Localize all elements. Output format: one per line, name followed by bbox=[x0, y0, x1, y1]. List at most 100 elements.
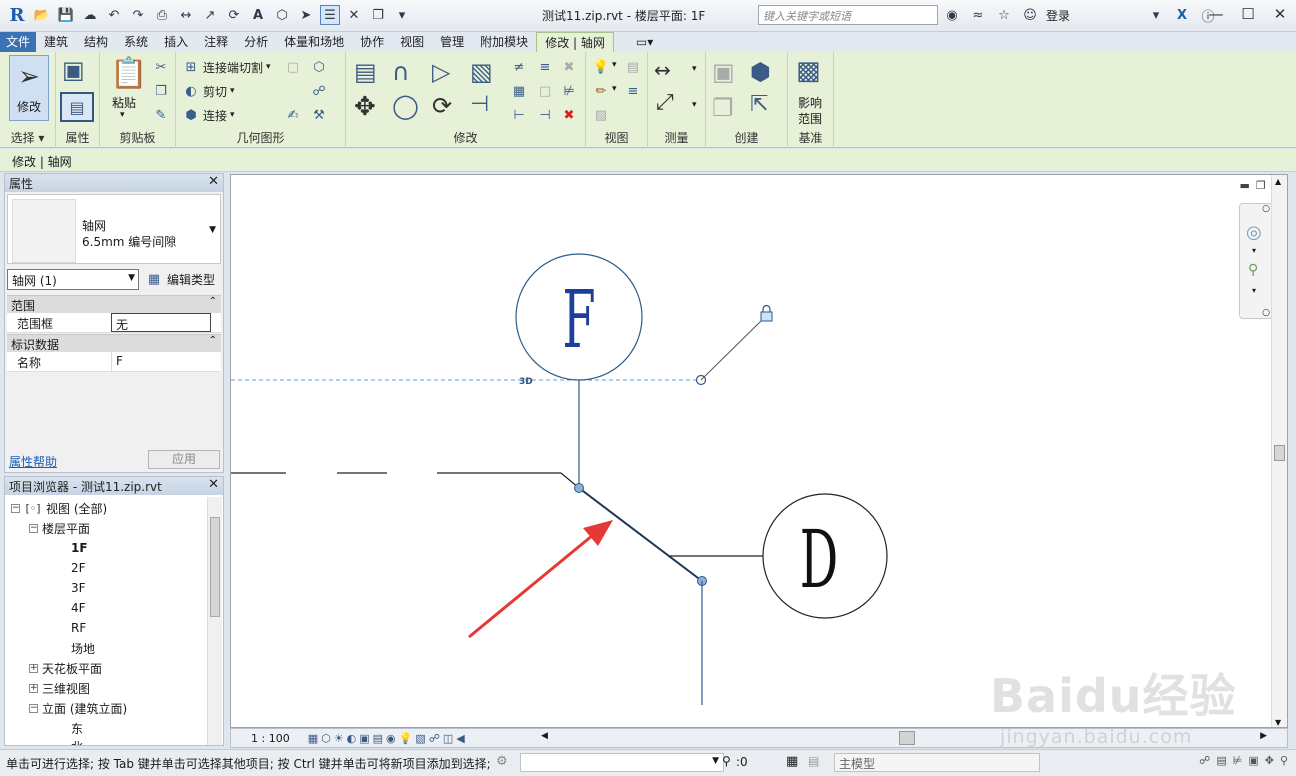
expand-bar-icon[interactable]: ◀ bbox=[456, 732, 464, 745]
demolish-icon[interactable]: ✍ bbox=[284, 106, 302, 124]
rotate-icon[interactable]: ⟳ bbox=[432, 92, 452, 120]
customize-qat-icon[interactable]: ▾ bbox=[392, 5, 412, 25]
tab-file[interactable]: 文件 bbox=[0, 32, 37, 52]
text-icon[interactable]: A bbox=[248, 5, 268, 25]
tab-analyze[interactable]: 分析 bbox=[236, 32, 276, 52]
group-identity-data[interactable]: 标识数据 ⌃ bbox=[7, 334, 221, 352]
pin-icon[interactable]: ⊭ bbox=[560, 82, 578, 100]
ribbon-display-toggle-icon[interactable]: ▭▾ bbox=[628, 32, 661, 52]
exchange-apps-icon[interactable]: X bbox=[1172, 5, 1192, 25]
tree-item-1f[interactable]: 1F bbox=[71, 538, 88, 558]
search-input[interactable]: 键入关键字或短语 bbox=[758, 5, 938, 25]
select-links-icon[interactable]: ☍ bbox=[1199, 754, 1210, 767]
measure-between-icon[interactable]: ↔ bbox=[654, 58, 671, 82]
visual-style-icon[interactable]: ⬡ bbox=[321, 732, 331, 745]
properties-help-link[interactable]: 属性帮助 bbox=[9, 453, 57, 470]
2d-wheel-icon[interactable]: ◎ bbox=[1246, 222, 1262, 243]
align-icon[interactable]: ▤ bbox=[354, 58, 377, 86]
view-scale[interactable]: 1 : 100 bbox=[251, 732, 290, 745]
close-icon[interactable]: ✕ bbox=[208, 174, 219, 189]
workset-select[interactable]: ▼ bbox=[520, 753, 724, 772]
instance-filter-select[interactable]: 轴网 (1) ▼ bbox=[7, 269, 139, 290]
nav-options-icon[interactable]: ○ bbox=[1262, 308, 1270, 318]
edit-type-button[interactable]: ▦ 编辑类型 bbox=[145, 270, 215, 288]
halftone-icon[interactable]: ▧ bbox=[592, 106, 610, 124]
tree-item-2f[interactable]: 2F bbox=[71, 558, 86, 578]
tree-item-3f[interactable]: 3F bbox=[71, 578, 86, 598]
switch-windows-icon[interactable]: ❐ bbox=[368, 5, 388, 25]
trim-extend-icon[interactable]: ⊣ bbox=[470, 92, 489, 117]
print-icon[interactable]: ⎙ bbox=[152, 5, 172, 25]
panel-select-label[interactable]: 选择 ▾ bbox=[0, 129, 55, 146]
reveal-hidden-icon[interactable]: 💡 bbox=[399, 732, 413, 745]
expand-icon[interactable]: + bbox=[29, 683, 38, 693]
tree-item-north[interactable]: 北 bbox=[71, 736, 83, 746]
split-icon[interactable]: ≠ bbox=[510, 58, 528, 76]
collapse-icon[interactable]: − bbox=[11, 503, 20, 513]
dimension-icon[interactable]: ↗ bbox=[200, 5, 220, 25]
project-browser-header[interactable]: 项目浏览器 - 测试11.zip.rvt ✕ bbox=[5, 477, 223, 495]
tree-item-rf[interactable]: RF bbox=[71, 618, 86, 638]
temporary-hide-icon[interactable]: ◉ bbox=[386, 732, 396, 745]
close-hidden-icon[interactable]: ✕ bbox=[344, 5, 364, 25]
tree-item-4f[interactable]: 4F bbox=[71, 598, 86, 618]
tree-node-views[interactable]: − [◦] 视图 (全部) bbox=[11, 498, 107, 518]
open-icon[interactable]: 📂 bbox=[32, 5, 52, 25]
linework-icon[interactable]: ✏ bbox=[592, 82, 610, 100]
scrollbar-thumb[interactable] bbox=[210, 517, 220, 617]
show-crop-region-icon[interactable]: ▤ bbox=[373, 732, 383, 745]
select-underlay-icon[interactable]: ▤ bbox=[1216, 754, 1226, 767]
tag-icon[interactable]: ⟳ bbox=[224, 5, 244, 25]
user-icon[interactable]: ☺ bbox=[1020, 5, 1040, 25]
sun-path-icon[interactable]: ☀ bbox=[334, 732, 344, 745]
select-by-face-icon[interactable]: ▣ bbox=[1248, 754, 1258, 767]
tree-node-ceiling-plans[interactable]: + 天花板平面 bbox=[29, 658, 102, 678]
tab-annotate[interactable]: 注释 bbox=[196, 32, 236, 52]
binoculars-icon[interactable]: ◉ bbox=[942, 5, 962, 25]
cut-geometry-button[interactable]: ◐ 剪切 ▾ bbox=[182, 80, 234, 102]
horizontal-scrollbar-thumb[interactable] bbox=[899, 731, 915, 745]
chevron-down-icon[interactable]: ▾ bbox=[1252, 246, 1256, 255]
crop-view-icon[interactable]: ▣ bbox=[359, 732, 369, 745]
group-extents[interactable]: 范围 ⌃ bbox=[7, 295, 221, 313]
temporary-view-properties-icon[interactable]: ▧ bbox=[415, 732, 425, 745]
paste-icon[interactable]: 📋 bbox=[110, 56, 147, 91]
restore-icon[interactable]: ❐ bbox=[1256, 179, 1266, 192]
wall-joins-icon[interactable]: ☍ bbox=[310, 82, 328, 100]
shadows-icon[interactable]: ◐ bbox=[347, 732, 357, 745]
scroll-left-icon[interactable]: ◀ bbox=[541, 731, 548, 741]
paint-icon[interactable]: ⬡ bbox=[310, 58, 328, 76]
collapse-icon[interactable]: ⌃ bbox=[209, 296, 217, 307]
scroll-up-icon[interactable]: ▲ bbox=[1275, 177, 1281, 186]
scroll-right-icon[interactable]: ▶ bbox=[1260, 731, 1267, 741]
undo-icon[interactable]: ↶ bbox=[104, 5, 124, 25]
tree-node-3d-views[interactable]: + 三维视图 bbox=[29, 678, 90, 698]
scroll-down-icon[interactable]: ▼ bbox=[1275, 718, 1281, 727]
type-selector[interactable]: 轴网 6.5mm 编号间隙 ▼ bbox=[7, 194, 221, 264]
tab-insert[interactable]: 插入 bbox=[156, 32, 196, 52]
subscription-icon[interactable]: ≈ bbox=[968, 5, 988, 25]
sync-icon[interactable]: ☁ bbox=[80, 5, 100, 25]
mirror-pick-axis-icon[interactable]: ▷ bbox=[432, 58, 450, 86]
thin-lines-icon[interactable]: ☰ bbox=[320, 5, 340, 25]
name-field[interactable]: F bbox=[111, 352, 211, 371]
tab-collaborate[interactable]: 协作 bbox=[352, 32, 392, 52]
paste-dropdown-icon[interactable]: ▾ bbox=[120, 110, 125, 120]
match-properties-icon[interactable]: ✎ bbox=[152, 106, 170, 124]
cope-button[interactable]: ⊞ 连接端切割 ▾ bbox=[182, 56, 271, 78]
tab-massing-site[interactable]: 体量和场地 bbox=[276, 32, 352, 52]
lock-icon[interactable] bbox=[760, 304, 773, 322]
chevron-down-icon[interactable]: ▾ bbox=[1252, 286, 1256, 295]
scope-box-icon[interactable]: ▩ bbox=[796, 56, 821, 86]
select-pinned-icon[interactable]: ⊭ bbox=[1233, 754, 1243, 767]
collapse-icon[interactable]: ⌃ bbox=[209, 335, 217, 346]
split-face-icon[interactable]: ▢ bbox=[284, 58, 302, 76]
design-option-select[interactable]: 主模型 bbox=[834, 753, 1040, 772]
element-properties-icon[interactable]: ▤ bbox=[60, 92, 94, 122]
drag-on-selection-icon[interactable]: ✥ bbox=[1265, 754, 1274, 767]
filter-icon[interactable]: ⚲ bbox=[722, 754, 731, 768]
unpin-icon[interactable]: ✖ bbox=[560, 58, 578, 76]
mirror-draw-axis-icon[interactable]: ▧ bbox=[470, 58, 493, 86]
tab-modify-grids[interactable]: 修改 | 轴网 bbox=[536, 32, 614, 52]
3d-extent-badge[interactable]: 3D bbox=[519, 377, 533, 387]
